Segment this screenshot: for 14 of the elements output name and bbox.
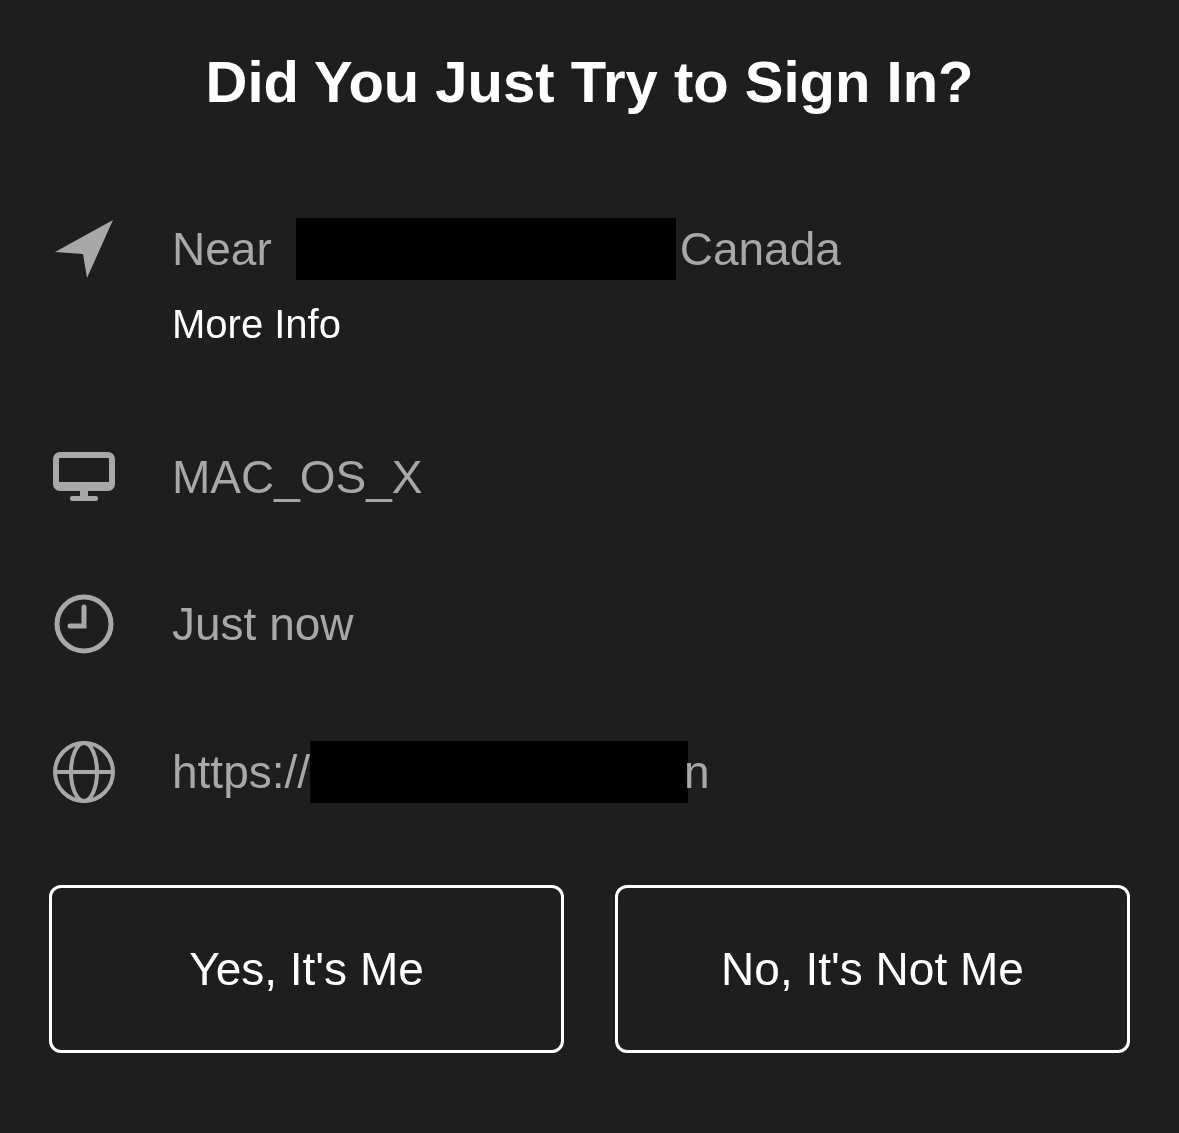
more-info-link[interactable]: More Info (172, 302, 341, 346)
dialog-title: Did You Just Try to Sign In? (204, 48, 975, 116)
response-button[interactable]: Yes, It's Me (49, 885, 564, 1053)
response-button[interactable]: No, It's Not Me (615, 885, 1130, 1053)
globe-icon (52, 740, 116, 804)
detail-text: MAC_OS_X (172, 450, 423, 504)
monitor-icon (53, 452, 115, 502)
clock-icon (53, 593, 115, 655)
detail-text: n (684, 745, 710, 799)
detail-text: https:// (172, 745, 311, 799)
detail-text: Canada (679, 222, 841, 276)
detail-text: Just now (172, 597, 354, 651)
navigation-arrow-icon (53, 218, 115, 280)
detail-text: Near (172, 222, 272, 276)
